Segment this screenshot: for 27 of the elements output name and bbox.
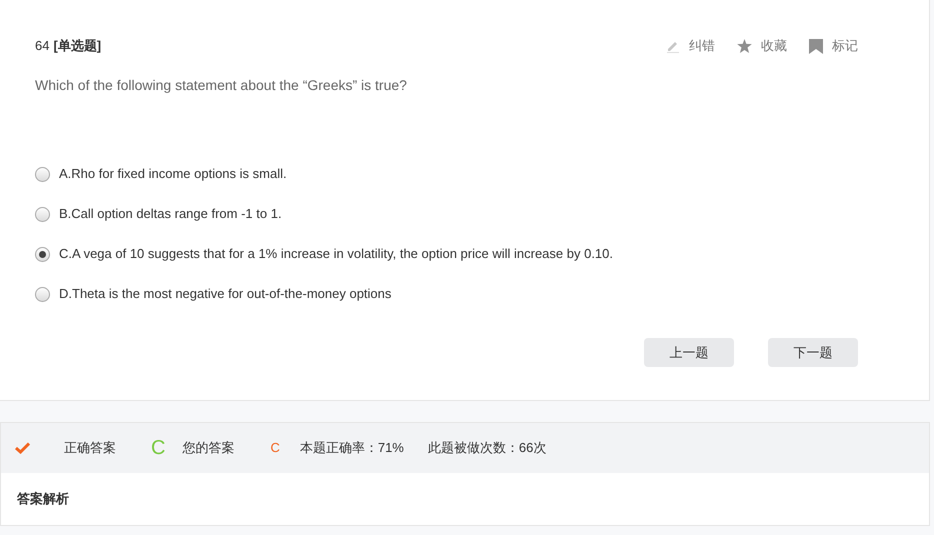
question-number: 64 [35,37,50,56]
report-error-button[interactable]: 纠错 [666,36,715,56]
radio-button[interactable] [35,246,50,262]
answer-option[interactable]: B.Call option deltas range from -1 to 1. [35,204,282,224]
correct-answer: C [151,436,166,461]
question-text: Which of the following statement about the “Greeks” is true? [35,76,408,95]
analysis-title: 答案解析 [17,490,69,508]
accuracy-rate: 本题正确率：71% [300,439,404,458]
answer-option[interactable]: A.Rho for fixed income options is small. [35,164,287,184]
radio-button[interactable] [35,206,50,222]
radio-button[interactable] [35,286,50,302]
mark-button[interactable]: 标记 [809,36,858,56]
previous-button[interactable]: 上一题 [644,338,734,367]
favorite-button[interactable]: 收藏 [737,36,787,56]
attempt-count: 此题被做次数：66次 [428,439,546,458]
radio-button[interactable] [35,166,50,182]
answer-option[interactable]: D.Theta is the most negative for out-of-the-money options [35,284,392,304]
answer-option[interactable]: C.A vega of 10 suggests that for a 1% increase in volatility, the option price will increase by 0.10. [35,244,614,264]
your-answer-label: 您的答案 [182,439,234,458]
star-icon [737,39,752,53]
correct-answer-label: 正确答案 [64,439,116,458]
your-answer: C [270,439,280,458]
check-icon [15,442,30,454]
pencil-icon [666,39,680,53]
next-button[interactable]: 下一题 [768,338,858,367]
question-type: [单选题] [53,37,102,56]
bookmark-icon [809,38,823,54]
